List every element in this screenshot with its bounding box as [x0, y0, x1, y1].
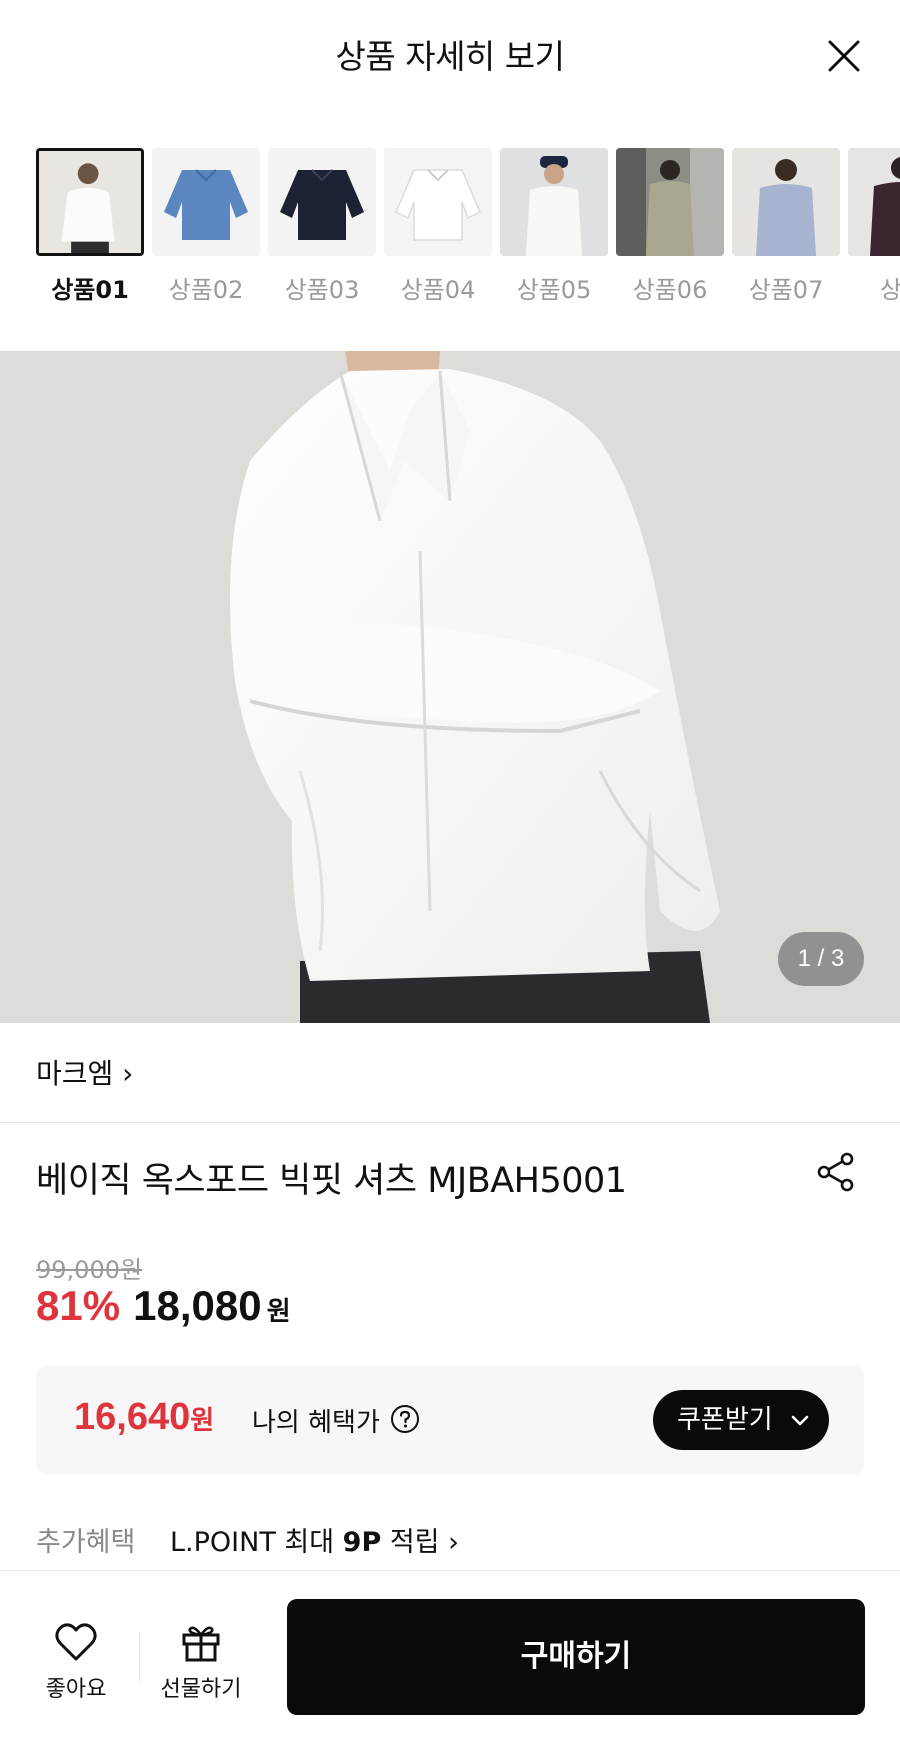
- thumbnail-item-08[interactable]: 상품: [848, 148, 900, 305]
- gift-button[interactable]: 선물하기: [151, 1619, 251, 1703]
- thumbnail-label: 상품07: [748, 276, 824, 304]
- price-row: 81% 18,080 원: [36, 1282, 291, 1334]
- thumbnail-image: [268, 148, 376, 256]
- share-button[interactable]: [814, 1150, 858, 1194]
- coupon-button-label: 쿠폰받기: [677, 1405, 773, 1435]
- benefit-price: 16,640원: [74, 1396, 214, 1439]
- product-hero-image[interactable]: 1 / 3: [0, 351, 900, 1023]
- currency-unit: 원: [266, 1297, 291, 1327]
- thumbnail-image: [848, 148, 900, 256]
- gift-label: 선물하기: [160, 1677, 242, 1702]
- thumbnail-label: 상품02: [168, 276, 244, 304]
- thumbnail-item-03[interactable]: 상품03: [268, 148, 376, 305]
- buy-button[interactable]: 구매하기: [287, 1599, 865, 1715]
- thumbnail-label: 상품04: [400, 276, 476, 304]
- coupon-button[interactable]: 쿠폰받기: [653, 1390, 829, 1450]
- benefit-price-value: 16,640: [74, 1396, 191, 1438]
- chevron-down-icon: [791, 1415, 809, 1426]
- thumbnail-item-06[interactable]: 상품06: [616, 148, 724, 305]
- close-button[interactable]: [822, 34, 866, 78]
- thumbnail-item-02[interactable]: 상품02: [152, 148, 260, 305]
- heart-icon: [55, 1623, 97, 1661]
- extra-benefit-row: 추가혜택 L.POINT 최대 9P 적립 ›: [36, 1520, 459, 1559]
- question-circle-icon: [391, 1405, 419, 1433]
- bottom-action-bar: 좋아요 선물하기 구매하기: [0, 1570, 900, 1741]
- thumbnail-image: [732, 148, 840, 256]
- thumbnail-image: [616, 148, 724, 256]
- page-title: 상품 자세히 보기: [335, 37, 566, 76]
- share-icon: [817, 1152, 854, 1192]
- help-button[interactable]: [390, 1404, 420, 1434]
- thumbnail-item-05[interactable]: 상품05: [500, 148, 608, 305]
- divider: [0, 1122, 900, 1123]
- header: 상품 자세히 보기: [0, 0, 900, 112]
- thumbnail-image: [152, 148, 260, 256]
- divider: [139, 1633, 140, 1681]
- thumbnail-label: 상품06: [632, 276, 708, 304]
- lpoint-text-prefix: L.POINT 최대: [170, 1527, 343, 1558]
- brand-link[interactable]: 마크엠 ›: [36, 1052, 133, 1092]
- like-label: 좋아요: [45, 1677, 107, 1702]
- benefit-currency: 원: [190, 1405, 215, 1435]
- lpoint-text-suffix: 적립 ›: [381, 1527, 459, 1558]
- thumbnail-item-07[interactable]: 상품07: [732, 148, 840, 305]
- thumbnail-image: [384, 148, 492, 256]
- thumbnail-item-04[interactable]: 상품04: [384, 148, 492, 305]
- thumbnail-label: 상품03: [284, 276, 360, 304]
- lpoint-link[interactable]: L.POINT 최대 9P 적립 ›: [170, 1520, 459, 1559]
- thumbnail-image: [36, 148, 144, 256]
- thumbnail-label: 상품05: [516, 276, 592, 304]
- sale-price: 18,080: [133, 1282, 262, 1329]
- benefit-box: 16,640원 나의 혜택가 쿠폰받기: [36, 1366, 864, 1474]
- close-icon: [828, 40, 860, 72]
- benefit-label: 나의 혜택가: [252, 1408, 380, 1438]
- discount-rate: 81%: [36, 1282, 121, 1329]
- image-page-indicator: 1 / 3: [778, 932, 864, 986]
- thumbnail-label: 상품01: [51, 276, 129, 304]
- thumbnail-item-01[interactable]: 상품01: [36, 148, 144, 305]
- extra-benefit-label: 추가혜택: [36, 1527, 136, 1558]
- like-button[interactable]: 좋아요: [26, 1619, 126, 1703]
- lpoint-points: 9P: [342, 1527, 382, 1558]
- thumbnail-label: 상품: [879, 276, 900, 304]
- gift-icon: [182, 1626, 220, 1662]
- thumbnail-strip[interactable]: 상품01 상품02 상품03 상품04 상품05 상품06 상품07 상: [36, 148, 900, 308]
- thumbnail-image: [500, 148, 608, 256]
- original-price: 99,000원: [36, 1256, 143, 1284]
- hero-photo: [0, 351, 900, 1023]
- product-name: 베이직 옥스포드 빅핏 셔츠 MJBAH5001: [36, 1161, 627, 1201]
